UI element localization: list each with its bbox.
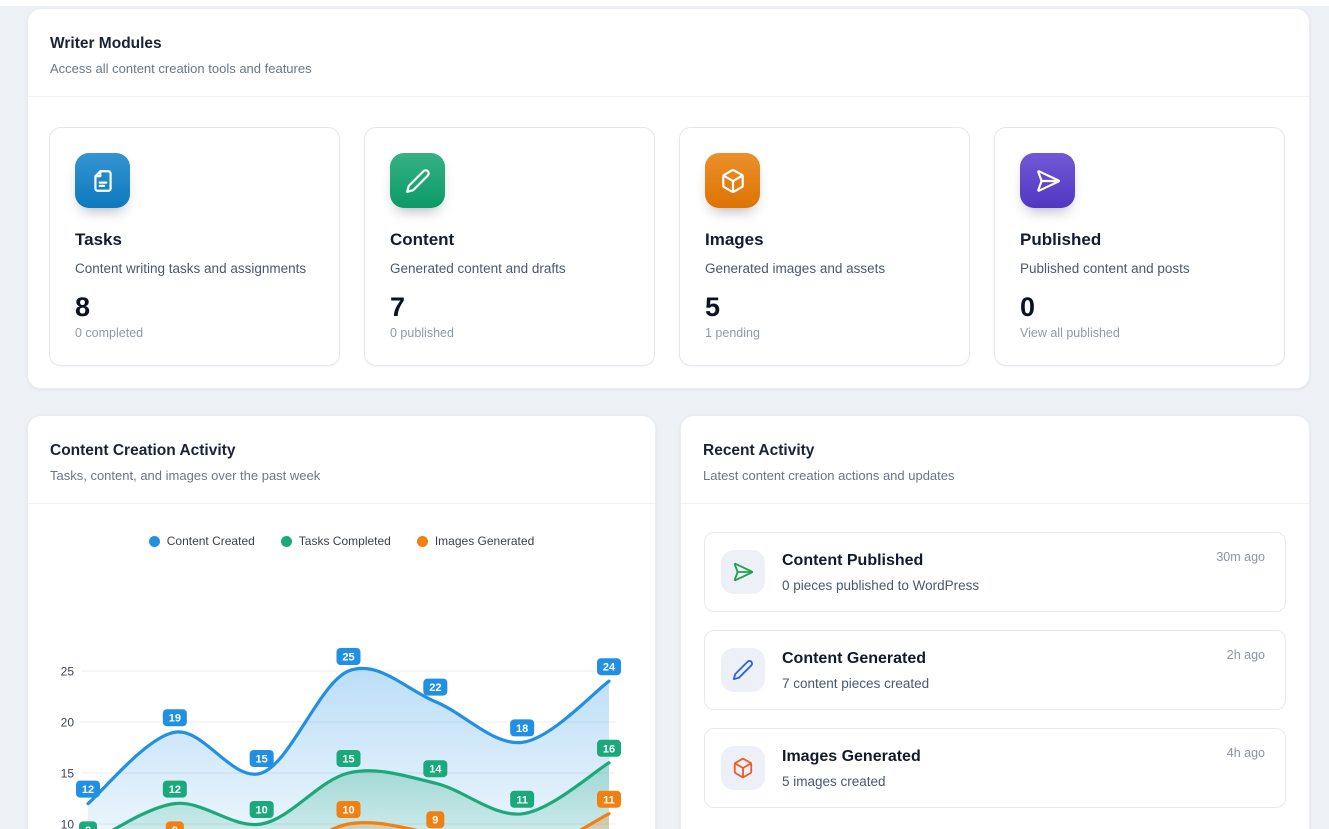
activity-text: Content Published 0 pieces published to …	[782, 551, 979, 594]
content-creation-activity-panel: Content Creation Activity Tasks, content…	[27, 415, 656, 829]
module-title: Content	[390, 230, 629, 250]
activity-title: Images Generated	[782, 747, 921, 766]
module-title: Published	[1020, 230, 1259, 250]
chart-body: Content Created Tasks Completed Images G…	[28, 504, 655, 548]
activity-title: Content Published	[782, 551, 979, 570]
module-title: Images	[705, 230, 944, 250]
legend-dot	[281, 536, 292, 547]
activity-text: Content Generated 7 content pieces creat…	[782, 649, 929, 692]
module-card-content[interactable]: Content Generated content and drafts 7 0…	[364, 127, 655, 366]
svg-text:19: 19	[169, 713, 181, 725]
svg-text:12: 12	[169, 784, 181, 796]
svg-text:11: 11	[516, 794, 528, 806]
legend-label: Images Generated	[435, 534, 534, 548]
activity-item-content-generated[interactable]: Content Generated 7 content pieces creat…	[704, 630, 1286, 710]
recent-activity-subtitle: Latest content creation actions and upda…	[703, 468, 1287, 484]
module-count: 5	[705, 293, 944, 321]
modules-row: Tasks Content writing tasks and assignme…	[28, 97, 1309, 366]
activity-item-images-generated[interactable]: Images Generated 5 images created 4h ago	[704, 728, 1286, 808]
module-caption: 0 published	[390, 326, 629, 340]
svg-text:24: 24	[603, 662, 616, 674]
activity-description: 5 images created	[782, 774, 921, 790]
module-description: Content writing tasks and assignments	[75, 260, 314, 277]
module-caption: 1 pending	[705, 326, 944, 340]
recent-activity-title: Recent Activity	[703, 441, 1287, 460]
svg-text:8: 8	[85, 825, 91, 829]
activity-description: 0 pieces published to WordPress	[782, 578, 979, 594]
activity-timestamp: 2h ago	[1227, 648, 1265, 662]
svg-text:22: 22	[429, 682, 441, 694]
module-count: 0	[1020, 293, 1259, 321]
svg-text:10: 10	[61, 818, 75, 829]
chart-header: Content Creation Activity Tasks, content…	[28, 416, 655, 503]
svg-text:15: 15	[61, 767, 75, 781]
activity-line-chart[interactable]: 252015105MonTueWedThuFriSatSun1219152522…	[28, 618, 657, 829]
module-caption: 0 completed	[75, 326, 314, 340]
svg-text:15: 15	[256, 754, 268, 766]
module-caption: View all published	[1020, 326, 1259, 340]
svg-text:8: 8	[172, 825, 178, 829]
legend-item-content-created[interactable]: Content Created	[149, 534, 255, 548]
activity-timestamp: 4h ago	[1227, 746, 1265, 760]
document-icon	[75, 153, 130, 208]
svg-text:10: 10	[342, 805, 354, 817]
svg-text:14: 14	[429, 764, 442, 776]
module-card-published[interactable]: Published Published content and posts 0 …	[994, 127, 1285, 366]
svg-text:10: 10	[256, 805, 268, 817]
send-icon	[721, 550, 765, 594]
module-description: Generated content and drafts	[390, 260, 629, 277]
svg-text:20: 20	[61, 716, 75, 730]
recent-activity-panel: Recent Activity Latest content creation …	[680, 415, 1310, 829]
send-icon	[1020, 153, 1075, 208]
writer-modules-subtitle: Access all content creation tools and fe…	[50, 61, 1287, 77]
svg-text:15: 15	[342, 754, 354, 766]
cube-icon	[721, 746, 765, 790]
legend-label: Content Created	[167, 534, 255, 548]
module-title: Tasks	[75, 230, 314, 250]
chart-title: Content Creation Activity	[50, 441, 633, 460]
svg-text:9: 9	[432, 815, 438, 827]
svg-text:16: 16	[603, 743, 615, 755]
svg-text:25: 25	[61, 665, 75, 679]
chart-legend: Content Created Tasks Completed Images G…	[28, 504, 655, 548]
chart-subtitle: Tasks, content, and images over the past…	[50, 468, 633, 484]
svg-text:25: 25	[342, 652, 354, 664]
writer-modules-title: Writer Modules	[50, 34, 1287, 53]
legend-dot	[417, 536, 428, 547]
writer-modules-panel: Writer Modules Access all content creati…	[27, 8, 1310, 389]
legend-item-images-generated[interactable]: Images Generated	[417, 534, 534, 548]
module-count: 7	[390, 293, 629, 321]
activity-title: Content Generated	[782, 649, 929, 668]
module-card-tasks[interactable]: Tasks Content writing tasks and assignme…	[49, 127, 340, 366]
activity-timestamp: 30m ago	[1216, 550, 1265, 564]
module-description: Generated images and assets	[705, 260, 944, 277]
cube-icon	[705, 153, 760, 208]
activity-item-content-published[interactable]: Content Published 0 pieces published to …	[704, 532, 1286, 612]
legend-dot	[149, 536, 160, 547]
module-count: 8	[75, 293, 314, 321]
activity-list: Content Published 0 pieces published to …	[681, 504, 1309, 808]
recent-activity-header: Recent Activity Latest content creation …	[681, 416, 1309, 503]
legend-label: Tasks Completed	[299, 534, 391, 548]
svg-text:12: 12	[82, 784, 94, 796]
writer-modules-header: Writer Modules Access all content creati…	[28, 9, 1309, 96]
module-description: Published content and posts	[1020, 260, 1259, 277]
activity-text: Images Generated 5 images created	[782, 747, 921, 790]
top-strip	[0, 0, 1329, 6]
pencil-icon	[390, 153, 445, 208]
module-card-images[interactable]: Images Generated images and assets 5 1 p…	[679, 127, 970, 366]
legend-item-tasks-completed[interactable]: Tasks Completed	[281, 534, 391, 548]
svg-text:18: 18	[516, 723, 528, 735]
activity-description: 7 content pieces created	[782, 676, 929, 692]
svg-text:11: 11	[603, 794, 615, 806]
pencil-icon	[721, 648, 765, 692]
